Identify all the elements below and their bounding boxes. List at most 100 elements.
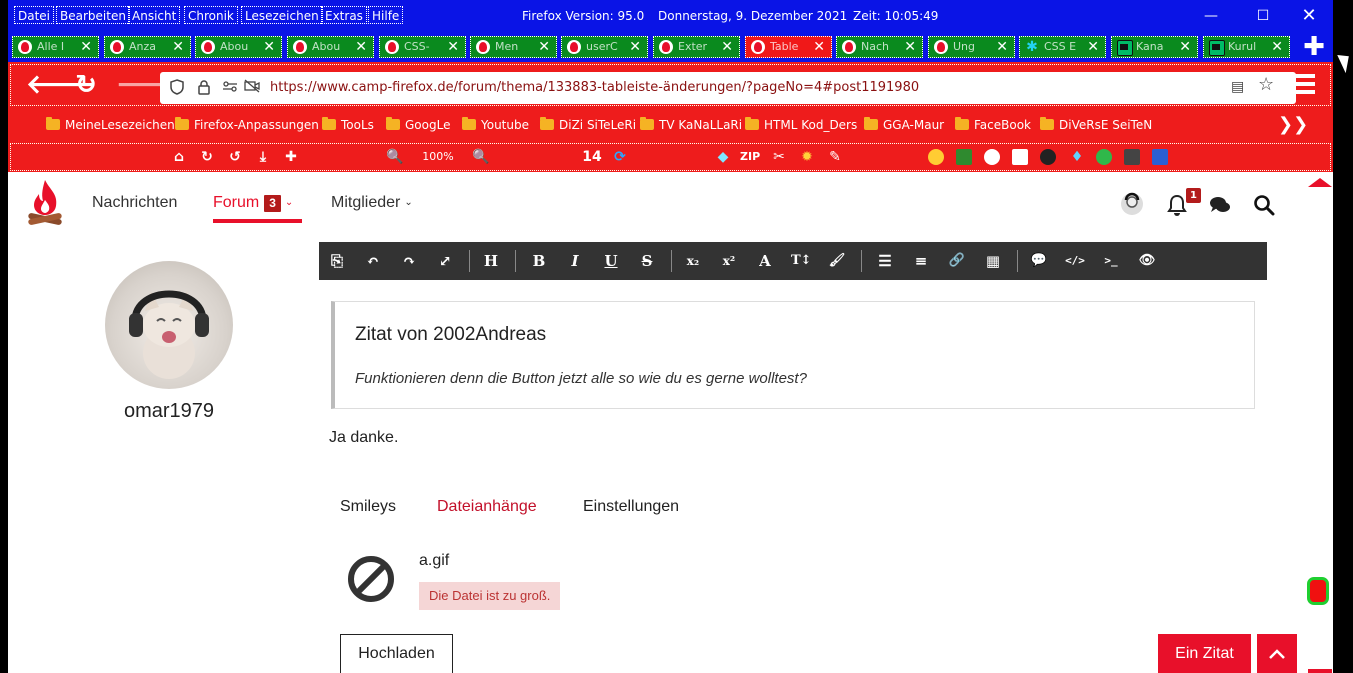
tab-badge-icon[interactable] xyxy=(1124,149,1140,165)
new-tab-button[interactable]: ✚ xyxy=(1303,34,1325,60)
download-icon[interactable]: ⤓ xyxy=(254,148,272,166)
gear-icon[interactable]: ✹ xyxy=(798,148,816,166)
bold-icon[interactable]: B xyxy=(529,252,549,270)
bookmark-star-icon[interactable]: ☆ xyxy=(1258,76,1274,94)
spoiler-icon[interactable]: 👁 xyxy=(1137,252,1157,270)
align-icon[interactable]: ≡ xyxy=(911,252,931,270)
tab-close-icon[interactable]: ✕ xyxy=(904,38,916,56)
source-code-icon[interactable]: ⎘ xyxy=(327,252,347,270)
menu-extras[interactable]: Extras xyxy=(321,6,367,24)
code-icon[interactable]: </> xyxy=(1065,252,1085,270)
tab-close-icon[interactable]: ✕ xyxy=(813,38,825,56)
gem-icon[interactable]: ◆ xyxy=(714,148,732,166)
tab-close-icon[interactable]: ✕ xyxy=(1087,38,1099,56)
quote-icon[interactable]: 💬 xyxy=(1029,252,1049,270)
username[interactable]: omar1979 xyxy=(105,400,233,423)
camp-firefox-logo[interactable] xyxy=(26,178,64,230)
map-icon[interactable] xyxy=(956,149,972,165)
tab-1[interactable]: Alle I ✕ xyxy=(12,36,99,58)
hamburger-menu-icon[interactable] xyxy=(1293,74,1315,98)
brush-icon[interactable]: 🖌 xyxy=(827,252,847,270)
tab-6[interactable]: Men ✕ xyxy=(470,36,557,58)
forward-button[interactable]: 🡒 xyxy=(116,72,186,98)
back-button[interactable]: 🡐 xyxy=(26,72,96,98)
nav-news[interactable]: Nachrichten xyxy=(92,194,177,212)
nav-members[interactable]: Mitglieder ⌄ xyxy=(331,194,413,212)
tab-3[interactable]: Abou ✕ xyxy=(195,36,282,58)
smiley-icon[interactable] xyxy=(928,149,944,165)
bookmark-folder[interactable]: GGA-Maur xyxy=(864,117,944,133)
tab-close-icon[interactable]: ✕ xyxy=(80,38,92,56)
tab-close-icon[interactable]: ✕ xyxy=(721,38,733,56)
tab-10[interactable]: Nach ✕ xyxy=(836,36,923,58)
maximize-button[interactable]: ☐ xyxy=(1250,6,1276,26)
ball-icon[interactable] xyxy=(1040,149,1056,165)
font-size-icon[interactable]: T↕ xyxy=(791,252,812,270)
notes-icon[interactable]: ✎ xyxy=(826,148,844,166)
bookmarks-overflow-button[interactable]: ❯❯ xyxy=(1278,114,1308,135)
globe-icon[interactable] xyxy=(984,149,1000,165)
reader-view-icon[interactable]: ▤ xyxy=(1231,79,1244,95)
plus-icon[interactable]: ✚ xyxy=(282,148,300,166)
table-icon[interactable]: ▦ xyxy=(983,252,1003,270)
scrollbar-thumb[interactable] xyxy=(1307,577,1329,605)
window-badge-icon[interactable] xyxy=(1152,149,1168,165)
conversations-icon[interactable] xyxy=(1209,194,1231,216)
bookmark-folder[interactable]: MeineLesezeichen xyxy=(46,117,175,133)
bookmark-folder[interactable]: Firefox-Anpassungen xyxy=(175,117,319,133)
url-bar[interactable]: https://www.camp-firefox.de/forum/thema/… xyxy=(160,72,1296,104)
menu-bearbeiten[interactable]: Bearbeiten xyxy=(56,6,130,24)
tab-14[interactable]: Kurul ✕ xyxy=(1203,36,1290,58)
menu-ansicht[interactable]: Ansicht xyxy=(128,6,181,24)
tab-9-active[interactable]: Table ✕ xyxy=(745,36,832,58)
undo-close-tab-icon[interactable]: ↺ xyxy=(226,148,244,166)
undo-icon[interactable]: ↶ xyxy=(363,252,383,270)
nav-forum[interactable]: Forum 3 ⌄ xyxy=(213,194,293,212)
bookmark-folder[interactable]: HTML Kod_Ders xyxy=(745,117,857,133)
menu-lesezeichen[interactable]: Lesezeichen xyxy=(241,6,323,24)
redo-icon[interactable]: ↷ xyxy=(399,252,419,270)
bookmark-folder[interactable]: Youtube xyxy=(462,117,529,133)
zoom-level[interactable]: 100% xyxy=(418,148,458,166)
avatar[interactable] xyxy=(105,261,233,389)
tab-5[interactable]: CSS- ✕ xyxy=(379,36,466,58)
home-icon[interactable]: ⌂ xyxy=(170,148,188,166)
tab-close-icon[interactable]: ✕ xyxy=(996,38,1008,56)
url-text[interactable]: https://www.camp-firefox.de/forum/thema/… xyxy=(270,80,919,96)
tools-icon[interactable]: ✂ xyxy=(770,148,788,166)
reload-icon[interactable]: ↻ xyxy=(198,148,216,166)
strikethrough-icon[interactable]: S xyxy=(637,252,657,270)
fullscreen-icon[interactable]: ⤢ xyxy=(435,252,455,270)
tab-close-icon[interactable]: ✕ xyxy=(629,38,641,56)
tab-12[interactable]: ✱ CSS E ✕ xyxy=(1019,36,1106,58)
bookmark-folder[interactable]: TooLs xyxy=(322,117,374,133)
lock-icon[interactable] xyxy=(198,79,210,99)
tab-8[interactable]: Exter ✕ xyxy=(653,36,740,58)
bookmark-folder[interactable]: TV KaNaLLaRi xyxy=(640,117,742,133)
search-icon[interactable] xyxy=(1253,194,1275,216)
tab-11[interactable]: Ung ✕ xyxy=(928,36,1015,58)
bookmark-folder[interactable]: DiZi SiTeLeRi xyxy=(540,117,636,133)
tab-close-icon[interactable]: ✕ xyxy=(538,38,550,56)
tab-7[interactable]: userC ✕ xyxy=(561,36,648,58)
scrollbar-bottom-arrow[interactable] xyxy=(1308,669,1332,673)
tab-smileys[interactable]: Smileys xyxy=(340,498,396,516)
minimize-button[interactable]: — xyxy=(1198,6,1224,26)
sync-icon[interactable]: ⟳ xyxy=(611,148,629,166)
list-icon[interactable]: ☰ xyxy=(875,252,895,270)
post-body[interactable]: Ja danke. xyxy=(329,429,398,447)
bookmark-folder[interactable]: GoogLe xyxy=(386,117,450,133)
link-icon[interactable]: 🔗 xyxy=(947,252,967,270)
addon-b-icon[interactable] xyxy=(1096,149,1112,165)
tab-attachments[interactable]: Dateianhänge xyxy=(437,498,537,516)
tab-4[interactable]: Abou ✕ xyxy=(287,36,374,58)
tab-settings[interactable]: Einstellungen xyxy=(583,498,679,516)
zoom-out-icon[interactable]: 🔍 xyxy=(386,148,404,166)
diamond-icon[interactable]: ♦ xyxy=(1068,148,1086,166)
tab-2[interactable]: Anza ✕ xyxy=(104,36,191,58)
tab-13[interactable]: Kana ✕ xyxy=(1111,36,1198,58)
shield-icon[interactable] xyxy=(170,79,184,99)
tab-close-icon[interactable]: ✕ xyxy=(172,38,184,56)
tab-close-icon[interactable]: ✕ xyxy=(263,38,275,56)
tab-close-icon[interactable]: ✕ xyxy=(447,38,459,56)
